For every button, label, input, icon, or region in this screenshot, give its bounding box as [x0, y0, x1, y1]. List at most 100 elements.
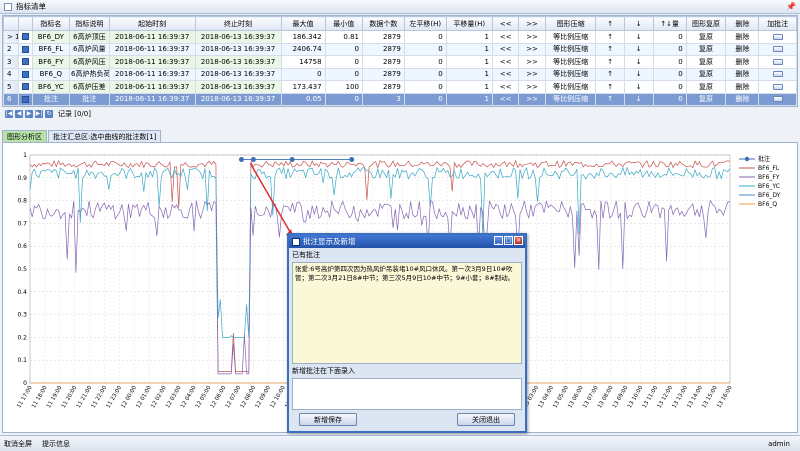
- cell-restore[interactable]: 复原: [685, 67, 727, 81]
- cell-restore[interactable]: 复原: [685, 42, 727, 56]
- row-checkbox[interactable]: [18, 67, 33, 81]
- prev-page-button[interactable]: ◀: [15, 110, 23, 118]
- row-checkbox[interactable]: [18, 92, 33, 106]
- cell-down[interactable]: ↓: [624, 55, 654, 69]
- cell-r[interactable]: >>: [518, 42, 546, 56]
- tab-chart-analysis[interactable]: 图形分析区: [2, 130, 47, 142]
- cell-l[interactable]: <<: [491, 42, 520, 56]
- cell-up[interactable]: ↑: [595, 42, 626, 56]
- column-header[interactable]: ↑↓量: [652, 16, 687, 31]
- cell-down[interactable]: ↓: [624, 67, 654, 81]
- add-annotation-button[interactable]: [772, 96, 783, 103]
- cell-l[interactable]: <<: [491, 30, 520, 44]
- add-annotation-button[interactable]: [772, 71, 783, 78]
- cell-l[interactable]: <<: [491, 55, 520, 69]
- close-button[interactable]: ×: [514, 236, 523, 245]
- column-header[interactable]: 平移量(H): [445, 16, 493, 31]
- cell-down[interactable]: ↓: [624, 80, 654, 94]
- save-note-button[interactable]: 新增保存: [299, 413, 357, 426]
- column-header[interactable]: 最小值: [324, 16, 363, 31]
- column-header[interactable]: 数据个数: [361, 16, 405, 31]
- cell-comp[interactable]: 等比例压缩: [544, 55, 597, 69]
- cell-l[interactable]: <<: [491, 80, 520, 94]
- cell-restore[interactable]: 复原: [685, 80, 727, 94]
- table-row[interactable]: > 1 BF6_DY 6高炉顶压 2018-06-11 16:39:37 2018-06…: [2, 30, 797, 44]
- cancel-fullscreen-button[interactable]: 取消全屏: [4, 439, 32, 449]
- checkbox-icon[interactable]: [22, 33, 29, 41]
- column-header[interactable]: 指标名: [31, 16, 71, 31]
- column-header[interactable]: ↓: [624, 16, 654, 31]
- add-annotation-cell[interactable]: [758, 80, 797, 94]
- cell-comp[interactable]: 等比例压缩: [544, 92, 597, 106]
- cell-down[interactable]: ↓: [624, 30, 654, 44]
- cell-r[interactable]: >>: [518, 92, 546, 106]
- cell-r[interactable]: >>: [518, 67, 546, 81]
- cell-l[interactable]: <<: [491, 92, 520, 106]
- column-header[interactable]: 图形复原: [685, 16, 727, 31]
- cell-up[interactable]: ↑: [595, 67, 626, 81]
- cell-name[interactable]: BF6_YC: [31, 80, 71, 94]
- row-checkbox[interactable]: [18, 30, 33, 44]
- add-annotation-button[interactable]: [772, 46, 783, 53]
- cell-comp[interactable]: 等比例压缩: [544, 42, 597, 56]
- dialog-title-bar[interactable]: 批注显示及新增 _ □ ×: [289, 235, 525, 248]
- cell-del[interactable]: 删除: [725, 80, 760, 94]
- add-annotation-cell[interactable]: [758, 30, 797, 44]
- cell-name[interactable]: BF6_Q: [31, 67, 71, 81]
- cell-del[interactable]: 删除: [725, 92, 760, 106]
- cell-l[interactable]: <<: [491, 67, 520, 81]
- pin-icon[interactable]: 📌: [786, 2, 796, 11]
- add-annotation-button[interactable]: [772, 58, 783, 65]
- checkbox-icon[interactable]: [22, 45, 29, 53]
- next-page-button[interactable]: ▶: [25, 110, 33, 118]
- checkbox-icon[interactable]: [22, 70, 29, 78]
- cell-up[interactable]: ↑: [595, 80, 626, 94]
- column-header[interactable]: >>: [518, 16, 546, 31]
- column-header[interactable]: ↑: [595, 16, 626, 31]
- add-annotation-cell[interactable]: [758, 42, 797, 56]
- cell-comp[interactable]: 等比例压缩: [544, 67, 597, 81]
- column-header[interactable]: 起始时刻: [108, 16, 196, 31]
- row-checkbox[interactable]: [18, 55, 33, 69]
- column-header[interactable]: [18, 16, 33, 31]
- cell-up[interactable]: ↑: [595, 92, 626, 106]
- checkbox-icon[interactable]: [22, 95, 29, 103]
- column-header[interactable]: 最大值: [280, 16, 326, 31]
- new-note-input[interactable]: [292, 378, 522, 410]
- minimize-button[interactable]: _: [494, 236, 503, 245]
- cell-restore[interactable]: 复原: [685, 92, 727, 106]
- maximize-button[interactable]: □: [504, 236, 513, 245]
- cell-name[interactable]: BF6_DY: [31, 30, 71, 44]
- table-row[interactable]: 2 BF6_FL 6高炉风量 2018-06-11 16:39:37 2018-06-1…: [2, 42, 797, 56]
- add-annotation-cell[interactable]: [758, 55, 797, 69]
- cell-up[interactable]: ↑: [595, 30, 626, 44]
- cell-down[interactable]: ↓: [624, 92, 654, 106]
- table-row[interactable]: 6 批注 批注 2018-06-11 16:39:37 2018-06-13 16:39…: [2, 92, 797, 106]
- cell-up[interactable]: ↑: [595, 55, 626, 69]
- refresh-button[interactable]: ↻: [45, 110, 53, 118]
- cell-restore[interactable]: 复原: [685, 55, 727, 69]
- table-row[interactable]: 5 BF6_YC 6高炉压差 2018-06-11 16:39:37 2018-06-1…: [2, 80, 797, 94]
- checkbox-icon[interactable]: [22, 83, 29, 91]
- cell-del[interactable]: 删除: [725, 67, 760, 81]
- column-header[interactable]: 指标说明: [69, 16, 110, 31]
- add-annotation-cell[interactable]: [758, 67, 797, 81]
- table-row[interactable]: 3 BF6_FY 6高炉风压 2018-06-11 16:39:37 2018-06-1…: [2, 55, 797, 69]
- cell-restore[interactable]: 复原: [685, 30, 727, 44]
- row-checkbox[interactable]: [18, 42, 33, 56]
- cell-del[interactable]: 删除: [725, 30, 760, 44]
- first-page-button[interactable]: |◀: [5, 110, 13, 118]
- column-header[interactable]: 左平移(H): [403, 16, 447, 31]
- cell-name[interactable]: BF6_FL: [31, 42, 71, 56]
- tab-annotation-summary[interactable]: 批注汇总区:选中曲线的批注数[1]: [48, 130, 162, 142]
- cell-comp[interactable]: 等比例压缩: [544, 80, 597, 94]
- table-row[interactable]: 4 BF6_Q 6高炉热负荷 2018-06-11 16:39:37 2018-06-1…: [2, 67, 797, 81]
- checkbox-icon[interactable]: [22, 58, 29, 66]
- cell-r[interactable]: >>: [518, 80, 546, 94]
- column-header[interactable]: 删除: [725, 16, 760, 31]
- add-annotation-button[interactable]: [772, 33, 783, 40]
- existing-notes-text[interactable]: 张爱:6号高炉第四次因为热风炉吊装堵10#风口休风。第一次3月9日10#吹管；第…: [292, 262, 522, 364]
- cell-name[interactable]: BF6_FY: [31, 55, 71, 69]
- last-page-button[interactable]: ▶|: [35, 110, 43, 118]
- cell-name[interactable]: 批注: [31, 92, 71, 106]
